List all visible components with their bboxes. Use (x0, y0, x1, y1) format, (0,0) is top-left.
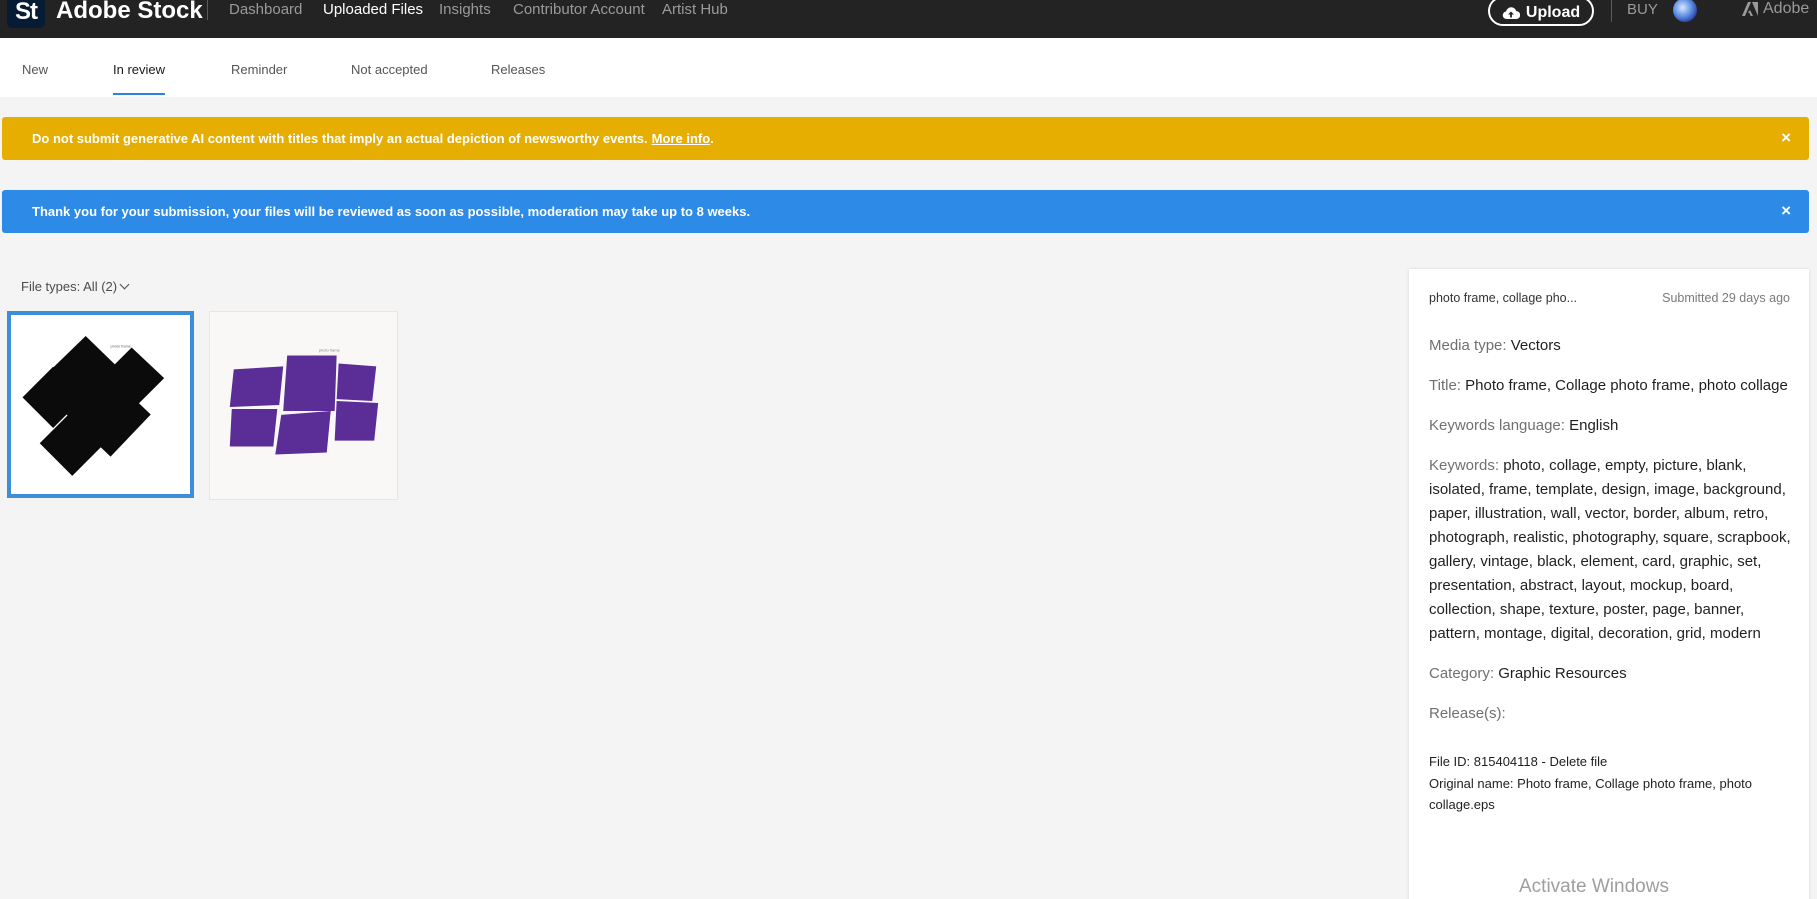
brand-name[interactable]: Adobe Stock (56, 0, 203, 25)
keywords-value: photo, collage, empty, picture, blank, i… (1429, 457, 1791, 642)
keywords-language-label: Keywords language: (1429, 417, 1565, 434)
file-id-row: File ID: 815404118 - Delete file (1429, 751, 1791, 772)
nav-dashboard[interactable]: Dashboard (229, 1, 302, 18)
tab-in-review[interactable]: In review (113, 62, 165, 77)
divider (207, 0, 208, 20)
category-value: Graphic Resources (1498, 665, 1627, 682)
close-icon[interactable]: × (1781, 202, 1791, 219)
upload-button[interactable]: Upload (1488, 0, 1594, 26)
active-tab-indicator (113, 93, 165, 95)
svg-text:photo frame: photo frame (111, 345, 131, 349)
chevron-down-icon (119, 279, 130, 290)
nav-artist-hub[interactable]: Artist Hub (662, 1, 728, 18)
tab-not-accepted[interactable]: Not accepted (351, 62, 428, 77)
upload-label: Upload (1525, 3, 1581, 21)
nav-uploaded-files[interactable]: Uploaded Files (323, 1, 423, 18)
keywords-language-value: English (1569, 417, 1619, 434)
delete-file-link[interactable]: Delete file (1549, 754, 1607, 769)
keywords-label: Keywords: (1429, 457, 1500, 474)
file-title-short: photo frame, collage pho... (1429, 291, 1578, 305)
collage-frame-image: photo frame (22, 336, 165, 476)
submission-info-banner: Thank you for your submission, your file… (2, 190, 1809, 233)
warning-end: . (710, 131, 714, 146)
file-id: File ID: 815404118 - (1429, 754, 1550, 769)
adobe-stock-logo[interactable]: St (7, 0, 45, 28)
releases-label: Release(s): (1429, 705, 1506, 722)
original-name: Original name: Photo frame, Collage phot… (1429, 776, 1753, 812)
cloud-upload-icon (1502, 6, 1520, 19)
tab-releases[interactable]: Releases (491, 62, 545, 77)
tab-reminder[interactable]: Reminder (231, 62, 287, 77)
keywords-language-field: Keywords language: English (1429, 414, 1791, 438)
more-info-link[interactable]: More info (652, 131, 711, 146)
file-type-filter[interactable]: File types: All (2) (21, 279, 130, 294)
filter-label: File types: All (2) (21, 279, 118, 294)
media-type-field: Media type: Vectors (1429, 334, 1791, 358)
media-type-value: Vectors (1510, 337, 1561, 354)
file-thumbnail-purple-collage[interactable]: photo frame (209, 311, 398, 500)
title-label: Title: (1429, 377, 1461, 394)
status-tabs: New In review Reminder Not accepted Rele… (0, 38, 1817, 97)
file-details-panel: photo frame, collage pho... Submitted 29… (1409, 269, 1809, 899)
title-value: Photo frame, Collage photo frame, photo … (1465, 377, 1788, 394)
activate-windows-watermark: Activate Windows (1519, 876, 1669, 897)
warning-text: Do not submit generative AI content with… (32, 131, 648, 146)
nav-insights[interactable]: Insights (439, 1, 491, 18)
nav-contributor-account[interactable]: Contributor Account (513, 1, 645, 18)
category-field: Category: Graphic Resources (1429, 662, 1791, 686)
ai-content-warning-banner: Do not submit generative AI content with… (2, 117, 1809, 160)
category-label: Category: (1429, 665, 1495, 682)
tab-new[interactable]: New (22, 62, 48, 77)
releases-field: Release(s): (1429, 702, 1791, 726)
close-icon[interactable]: × (1781, 129, 1791, 146)
collage-frame-image: photo frame (229, 348, 379, 455)
info-text: Thank you for your submission, your file… (32, 204, 751, 219)
submitted-date: Submitted 29 days ago (1662, 291, 1790, 305)
buy-link[interactable]: BUY (1627, 1, 1658, 18)
avatar[interactable] (1673, 0, 1697, 22)
svg-text:photo frame: photo frame (319, 348, 341, 353)
media-type-label: Media type: (1429, 337, 1507, 354)
divider (1611, 0, 1612, 22)
adobe-icon[interactable] (1742, 1, 1758, 17)
file-thumbnail-black-collage[interactable]: photo frame (7, 311, 194, 498)
keywords-field: Keywords: photo, collage, empty, picture… (1429, 454, 1791, 646)
title-field: Title: Photo frame, Collage photo frame,… (1429, 374, 1791, 398)
top-navigation-bar: St Adobe Stock Dashboard Uploaded Files … (0, 0, 1817, 38)
adobe-link[interactable]: Adobe (1763, 0, 1809, 18)
